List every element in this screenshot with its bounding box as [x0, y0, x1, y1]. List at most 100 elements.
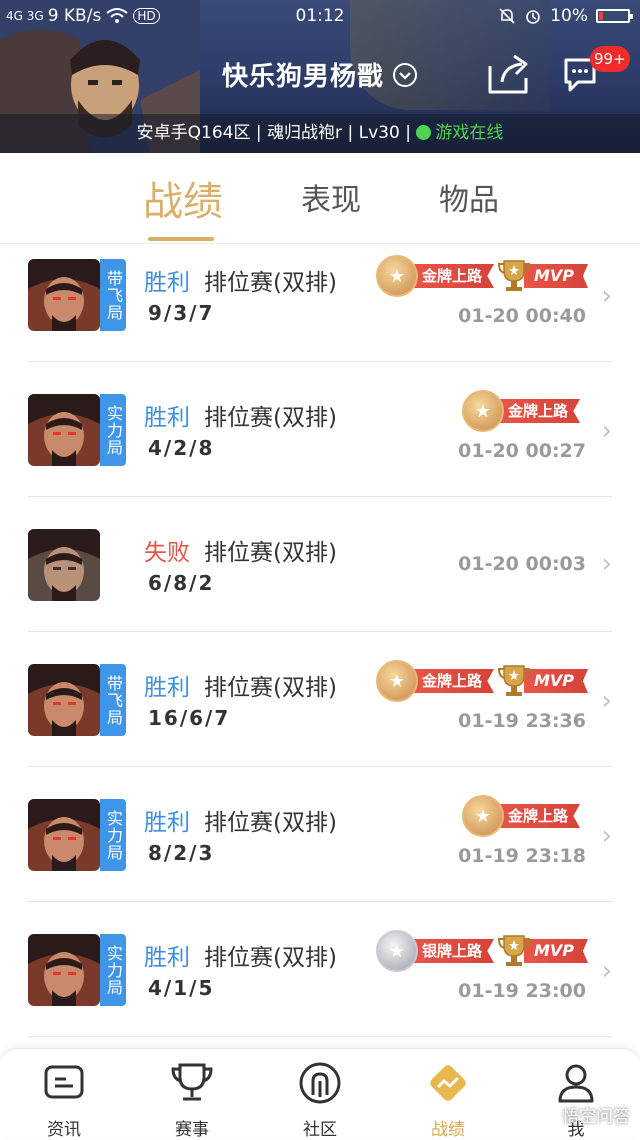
nav-news-label: 资讯 — [47, 1120, 81, 1140]
medal-icon: ★ — [376, 660, 418, 702]
match-kda: 6/8/2 — [148, 571, 215, 595]
match-row[interactable]: 失败 排位赛(双排) 6/8/2 01-20 00:03 › — [28, 513, 612, 648]
match-time: 01-19 23:00 — [458, 980, 586, 1002]
row-divider — [28, 631, 612, 632]
gold-medal-badge: ★ 金牌上路 — [462, 390, 581, 432]
chevron-right-icon: › — [601, 549, 612, 579]
nav-news[interactable]: 资讯 — [9, 1059, 119, 1140]
battery-icon — [596, 9, 633, 23]
hero-avatar — [28, 799, 100, 871]
tab-items[interactable]: 物品 — [439, 175, 499, 219]
chevron-right-icon: › — [601, 821, 612, 851]
hero-avatar — [28, 529, 100, 601]
gold-medal-badge: ★ 金牌上路 — [376, 255, 495, 297]
match-kda: 8/2/3 — [148, 841, 215, 865]
mute-icon — [499, 8, 515, 24]
chevron-down-circle-icon[interactable] — [392, 62, 418, 88]
profile-icon — [558, 1064, 594, 1103]
match-time: 01-19 23:18 — [458, 845, 586, 867]
match-mode: 排位赛(双排) — [204, 675, 337, 701]
alarm-icon — [526, 10, 541, 24]
hero-avatar-art — [28, 934, 100, 1006]
row-divider — [28, 1036, 612, 1037]
stats-icon — [430, 1065, 466, 1101]
medal-label: 金牌上路 — [410, 264, 495, 288]
player-name: 快乐狗男杨戬 — [221, 62, 384, 92]
match-row[interactable]: 带飞局 胜利 排位赛(双排) 16/6/7 ★ 金牌上路 MVP 01-19 23:3… — [28, 648, 612, 783]
match-result: 胜利 — [144, 405, 190, 431]
nav-community[interactable]: 社区 — [265, 1059, 375, 1140]
match-mode: 排位赛(双排) — [204, 945, 337, 971]
row-divider — [28, 361, 612, 362]
nav-stats[interactable]: 战绩 — [393, 1059, 503, 1140]
mvp-badge: MVP — [498, 932, 589, 970]
level-label: Lv30 — [358, 123, 400, 143]
news-icon — [44, 1065, 84, 1099]
match-kda: 4/2/8 — [148, 436, 215, 460]
watermark: 悟空问答 — [538, 1102, 630, 1127]
chevron-right-icon: › — [601, 686, 612, 716]
medal-icon: ★ — [376, 930, 418, 972]
server-label: 安卓手Q164区 — [136, 123, 251, 143]
match-time: 01-20 00:40 — [458, 305, 586, 327]
match-tag: 实力局 — [100, 394, 126, 466]
medal-label: 金牌上路 — [496, 399, 581, 423]
message-count-badge: 99+ — [590, 46, 630, 72]
player-name-row[interactable]: 快乐狗男杨戬 — [0, 56, 640, 93]
hero-avatar — [28, 664, 100, 736]
mvp-label: MVP — [524, 669, 589, 693]
wukong-logo-icon — [539, 1105, 557, 1124]
chevron-right-icon: › — [601, 416, 612, 446]
match-row[interactable]: 带飞局 胜利 排位赛(双排) 9/3/7 ★ 金牌上路 MVP 01-20 00:40… — [28, 243, 612, 378]
mvp-trophy-icon — [498, 260, 530, 291]
nav-stats-label: 战绩 — [431, 1120, 465, 1140]
match-result: 胜利 — [144, 810, 190, 836]
match-result: 胜利 — [144, 270, 190, 296]
watermark-text: 悟空问答 — [562, 1107, 630, 1127]
match-result: 失败 — [144, 540, 190, 566]
nav-events[interactable]: 赛事 — [137, 1059, 247, 1140]
hero-avatar-art — [28, 799, 100, 871]
match-tag: 带飞局 — [100, 664, 126, 736]
mvp-label: MVP — [524, 264, 589, 288]
hero-avatar-art — [28, 664, 100, 736]
hero-avatar — [28, 394, 100, 466]
match-kda: 16/6/7 — [148, 706, 231, 730]
battery-level: 10% — [550, 6, 588, 26]
hero-avatar-art — [28, 259, 100, 331]
medal-icon: ★ — [462, 390, 504, 432]
profile-header: 4G 3G 9 KB/s HD 01:12 10% 快乐狗男杨戬 99+ 安卓手… — [0, 0, 640, 153]
medal-icon: ★ — [376, 255, 418, 297]
share-icon[interactable] — [486, 52, 532, 96]
rank-label: 魂归战袍r — [267, 123, 343, 143]
match-row[interactable]: 实力局 胜利 排位赛(双排) 4/1/5 ★ 银牌上路 MVP 01-19 23:00… — [28, 918, 612, 1043]
nav-profile[interactable]: 我 — [521, 1059, 631, 1140]
match-time: 01-20 00:27 — [458, 440, 586, 462]
nav-events-label: 赛事 — [175, 1120, 209, 1140]
player-info-strip: 安卓手Q164区 | 魂归战袍r | Lv30 | 游戏在线 — [0, 114, 640, 153]
mvp-badge: MVP — [498, 662, 589, 700]
match-result: 胜利 — [144, 945, 190, 971]
mvp-trophy-icon — [498, 665, 530, 696]
chevron-right-icon: › — [601, 956, 612, 986]
online-dot-icon — [416, 125, 432, 140]
match-mode: 排位赛(双排) — [204, 810, 337, 836]
medal-icon: ★ — [462, 795, 504, 837]
match-row[interactable]: 实力局 胜利 排位赛(双排) 4/2/8 ★ 金牌上路 01-20 00:27 › — [28, 378, 612, 513]
gold-medal-badge: ★ 金牌上路 — [462, 795, 581, 837]
community-icon — [299, 1062, 341, 1104]
active-tab-indicator — [148, 237, 214, 241]
match-row[interactable]: 实力局 胜利 排位赛(双排) 8/2/3 ★ 金牌上路 01-19 23:18 › — [28, 783, 612, 918]
match-mode: 排位赛(双排) — [204, 540, 337, 566]
tab-record[interactable]: 战绩 — [143, 169, 223, 227]
hero-avatar-art — [28, 394, 100, 466]
match-mode: 排位赛(双排) — [204, 270, 337, 296]
hero-avatar — [28, 259, 100, 331]
online-status: 游戏在线 — [435, 123, 504, 143]
silver-medal-badge: ★ 银牌上路 — [376, 930, 495, 972]
tab-performance[interactable]: 表现 — [301, 175, 361, 219]
tab-bar: 战绩 表现 物品 — [0, 153, 640, 244]
row-divider — [28, 766, 612, 767]
match-list: 带飞局 胜利 排位赛(双排) 9/3/7 ★ 金牌上路 MVP 01-20 00:40… — [0, 243, 640, 1043]
hero-avatar — [28, 934, 100, 1006]
